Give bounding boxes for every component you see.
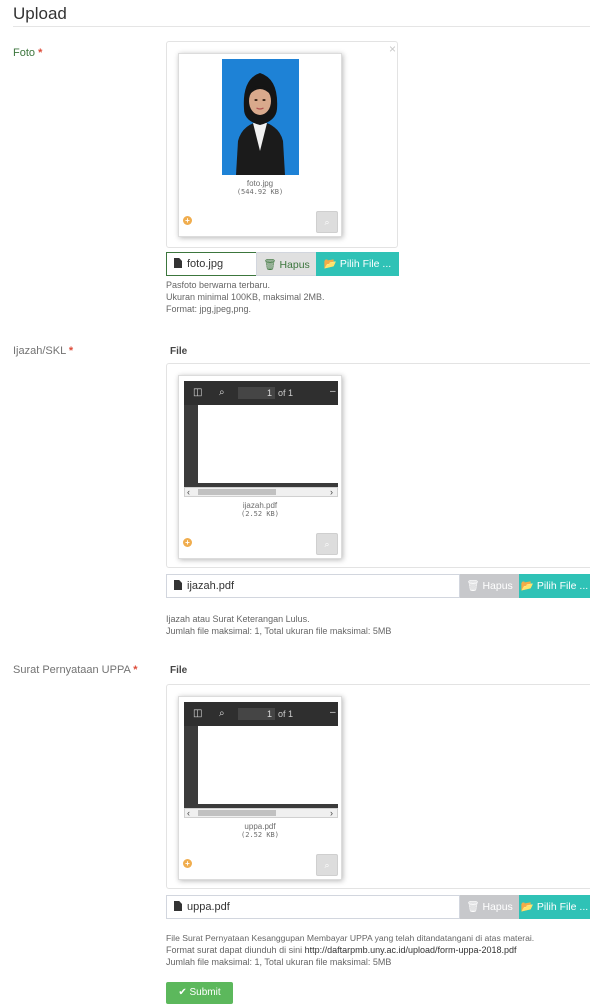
uppa-help-line-1: File Surat Pernyataan Kesanggupan Membay… (166, 933, 535, 943)
ijazah-help-line-1: Ijazah atau Surat Keterangan Lulus. (166, 614, 310, 624)
foto-browse-label: Pilih File ... (339, 258, 392, 270)
required-marker: * (38, 47, 43, 59)
uppa-thumb-filename: uppa.pdf (244, 822, 276, 831)
foto-preview-image (222, 59, 299, 175)
uppa-remove-label: Hapus (482, 901, 513, 913)
scroll-left-icon[interactable]: ‹ (187, 487, 190, 497)
foto-caption-text: foto.jpg (187, 258, 224, 270)
uppa-thumb-filesize: (2.52 KB) (241, 831, 279, 839)
ijazah-file-heading: File (170, 346, 188, 357)
search-icon[interactable]: ⌕ (219, 387, 225, 399)
uppa-dropzone[interactable]: ◫ ⌕ 1 of 1 – ‹ › uppa.pdf (2.52 KB) + ⌕ (166, 684, 590, 889)
ijazah-dropzone[interactable]: ◫ ⌕ 1 of 1 – ‹ › ijazah.pdf (2.52 KB) + … (166, 363, 590, 568)
foto-remove-label: Hapus (279, 259, 310, 271)
ijazah-label-text: Ijazah/SKL (13, 345, 66, 357)
ijazah-thumbnail: ◫ ⌕ 1 of 1 – ‹ › ijazah.pdf (2.52 KB) + … (178, 375, 342, 559)
uppa-file-heading: File (170, 665, 188, 676)
ijazah-browse-label: Pilih File ... (536, 580, 589, 592)
file-icon (174, 901, 182, 911)
foto-file-caption: foto.jpg (166, 252, 257, 276)
foto-remove-button[interactable]: 🗑 Hapus (256, 252, 317, 276)
uppa-help-line-2: Format surat dapat diunduh di sini http:… (166, 945, 517, 956)
ijazah-browse-button[interactable]: 📂 Pilih File ... (519, 574, 590, 598)
uppa-file-caption: uppa.pdf (166, 895, 460, 919)
zoom-out-icon[interactable]: – (330, 707, 336, 719)
file-icon (174, 258, 182, 268)
required-marker: * (68, 345, 74, 357)
zoom-icon[interactable]: ⌕ (316, 854, 338, 876)
page-number-input[interactable]: 1 (238, 387, 275, 399)
uppa-label: Surat Pernyataan UPPA * (13, 664, 138, 676)
submit-label: Submit (189, 987, 221, 998)
foto-label-text: Foto (13, 47, 36, 59)
ijazah-remove-label: Hapus (482, 580, 513, 592)
scroll-thumb[interactable] (198, 489, 276, 495)
foto-help-line-1: Pasfoto berwarna terbaru. (166, 280, 271, 290)
trash-icon: 🗑 (263, 259, 277, 271)
folder-open-icon: 📂 (323, 258, 337, 270)
foto-dropzone[interactable]: × foto.jpg (544.92 KB) + ⌕ (166, 41, 398, 248)
ijazah-label: Ijazah/SKL * (13, 345, 73, 357)
ijazah-file-caption: ijazah.pdf (166, 574, 460, 598)
uppa-browse-label: Pilih File ... (536, 901, 589, 913)
pdf-page (198, 405, 338, 483)
uppa-remove-button[interactable]: 🗑 Hapus (460, 895, 519, 919)
uppa-thumbnail: ◫ ⌕ 1 of 1 – ‹ › uppa.pdf (2.52 KB) + ⌕ (178, 696, 342, 880)
pdf-page (198, 726, 338, 804)
sidebar-toggle-icon[interactable]: ◫ (193, 708, 202, 720)
required-marker: * (133, 664, 138, 676)
ijazah-pdf-viewer: ◫ ⌕ 1 of 1 – ‹ › (184, 381, 338, 497)
folder-open-icon: 📂 (520, 901, 534, 913)
page-count: of 1 (278, 388, 294, 398)
folder-open-icon: 📂 (520, 580, 534, 592)
ijazah-caption-text: ijazah.pdf (187, 580, 235, 592)
foto-help-line-3: Format: jpg,jpeg,png. (166, 304, 252, 314)
ijazah-thumb-filesize: (2.52 KB) (241, 510, 279, 518)
zoom-out-icon[interactable]: – (330, 386, 336, 398)
trash-icon: 🗑 (466, 580, 480, 592)
sidebar-toggle-icon[interactable]: ◫ (193, 387, 202, 399)
zoom-icon[interactable]: ⌕ (316, 533, 338, 555)
scroll-left-icon[interactable]: ‹ (187, 808, 190, 818)
file-icon (174, 580, 182, 590)
trash-icon: 🗑 (466, 901, 480, 913)
scroll-thumb[interactable] (198, 810, 276, 816)
uppa-help-line-3: Jumlah file maksimal: 1, Total ukuran fi… (166, 957, 392, 967)
plus-circle-icon: + (183, 216, 192, 225)
uppa-help-line-2-text: Format surat dapat diunduh di sini (166, 945, 305, 955)
scroll-right-icon[interactable]: › (330, 487, 333, 497)
foto-label: Foto * (13, 47, 42, 59)
scroll-right-icon[interactable]: › (330, 808, 333, 818)
submit-button[interactable]: ✔ Submit (166, 982, 233, 1004)
foto-browse-button[interactable]: 📂 Pilih File ... (316, 252, 399, 276)
foto-help-line-2: Ukuran minimal 100KB, maksimal 2MB. (166, 292, 325, 302)
horizontal-scrollbar[interactable]: ‹ › (184, 808, 338, 818)
ijazah-remove-button[interactable]: 🗑 Hapus (460, 574, 519, 598)
check-icon: ✔ (178, 987, 187, 998)
plus-circle-icon: + (183, 538, 192, 547)
horizontal-scrollbar[interactable]: ‹ › (184, 487, 338, 497)
uppa-label-text: Surat Pernyataan UPPA (13, 664, 131, 676)
ijazah-help-line-2: Jumlah file maksimal: 1, Total ukuran fi… (166, 626, 392, 636)
title-divider (13, 26, 590, 27)
page-number-input[interactable]: 1 (238, 708, 275, 720)
download-link[interactable]: http://daftarpmb.uny.ac.id/upload/form-u… (305, 945, 517, 955)
section-title: Upload (13, 4, 67, 23)
page-count: of 1 (278, 709, 294, 719)
foto-thumb-filename: foto.jpg (246, 179, 274, 188)
uppa-pdf-viewer: ◫ ⌕ 1 of 1 – ‹ › (184, 702, 338, 818)
plus-circle-icon: + (183, 859, 192, 868)
close-icon[interactable]: × (389, 43, 396, 55)
ijazah-thumb-filename: ijazah.pdf (242, 501, 278, 510)
zoom-icon[interactable]: ⌕ (316, 211, 338, 233)
portrait-photo (222, 59, 299, 175)
uppa-caption-text: uppa.pdf (187, 901, 230, 913)
foto-thumb-filesize: (544.92 KB) (236, 188, 284, 196)
uppa-browse-button[interactable]: 📂 Pilih File ... (519, 895, 590, 919)
search-icon[interactable]: ⌕ (219, 708, 225, 720)
foto-thumbnail: foto.jpg (544.92 KB) + ⌕ (178, 53, 342, 237)
